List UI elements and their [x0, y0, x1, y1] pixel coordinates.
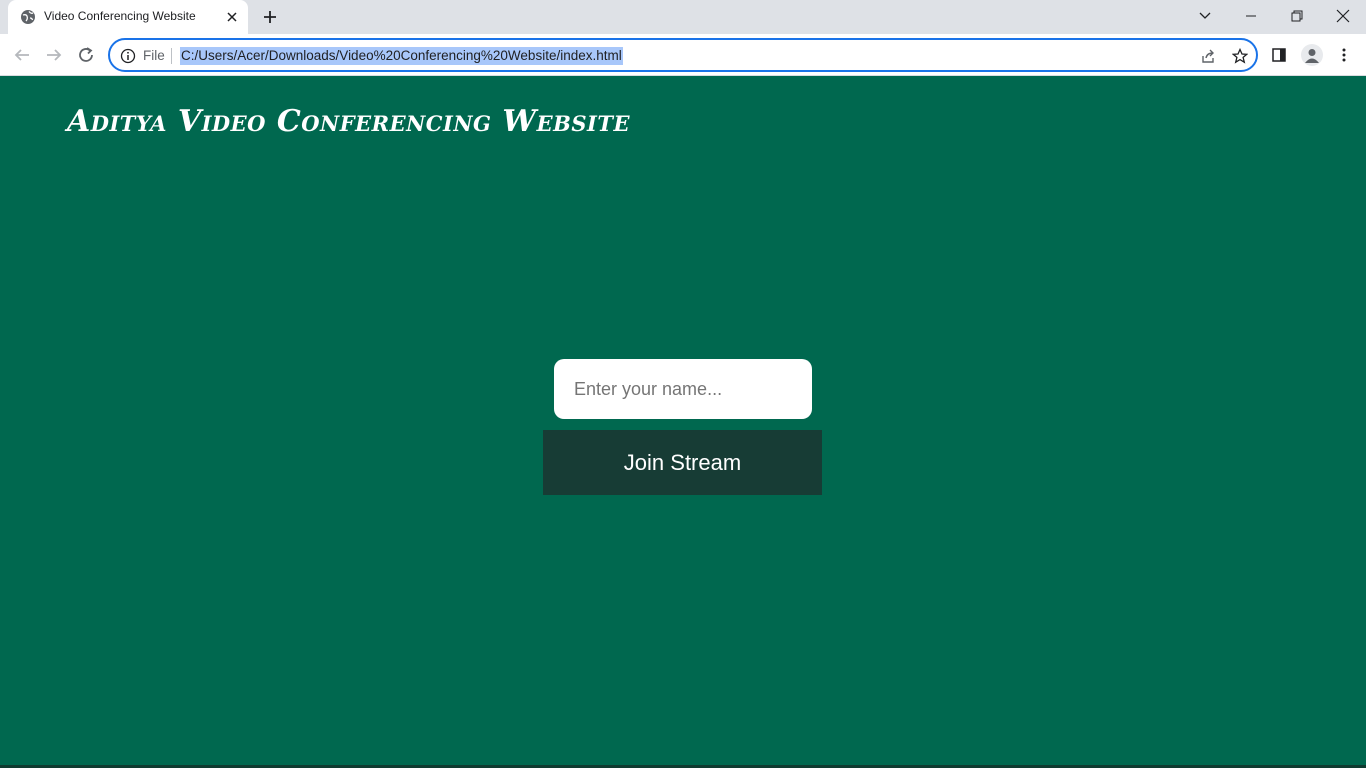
minimize-button[interactable]	[1228, 0, 1274, 32]
join-stream-button[interactable]: Join Stream	[543, 430, 822, 495]
restore-icon	[1291, 10, 1303, 22]
tab-strip: Video Conferencing Website	[0, 0, 1366, 34]
forward-button[interactable]	[42, 43, 66, 67]
chip-divider	[171, 48, 172, 64]
tab-title: Video Conferencing Website	[44, 9, 196, 23]
share-icon[interactable]	[1200, 48, 1216, 64]
address-bar[interactable]: File C:/Users/Acer/Downloads/Video%20Con…	[108, 38, 1258, 72]
back-arrow-icon	[14, 49, 29, 61]
window-close-button[interactable]	[1320, 0, 1366, 32]
back-button[interactable]	[10, 43, 34, 67]
minimize-icon	[1246, 15, 1256, 17]
active-tab[interactable]: Video Conferencing Website	[8, 0, 248, 34]
chevron-down-icon	[1199, 12, 1211, 19]
page-title: Aditya Video Conferencing Website	[67, 104, 630, 139]
reload-icon	[79, 47, 93, 62]
star-icon[interactable]	[1232, 48, 1248, 64]
profile-button[interactable]	[1300, 43, 1324, 67]
forward-arrow-icon	[47, 49, 62, 61]
side-panel-button[interactable]	[1267, 43, 1291, 67]
close-icon	[1336, 9, 1350, 23]
close-icon[interactable]	[224, 9, 240, 25]
plus-icon[interactable]	[258, 5, 282, 29]
profile-icon	[1301, 44, 1323, 66]
browser-toolbar: File C:/Users/Acer/Downloads/Video%20Con…	[0, 34, 1366, 76]
info-icon[interactable]	[120, 48, 136, 64]
reload-button[interactable]	[74, 43, 98, 67]
tab-search-button[interactable]	[1182, 0, 1228, 32]
globe-icon	[21, 10, 35, 24]
name-input[interactable]	[554, 359, 812, 419]
menu-button[interactable]	[1332, 43, 1356, 67]
file-chip: File	[143, 48, 165, 63]
restore-button[interactable]	[1274, 0, 1320, 32]
url-text[interactable]: C:/Users/Acer/Downloads/Video%20Conferen…	[180, 47, 623, 65]
kebab-menu-icon	[1342, 48, 1346, 62]
side-panel-icon	[1272, 48, 1286, 62]
